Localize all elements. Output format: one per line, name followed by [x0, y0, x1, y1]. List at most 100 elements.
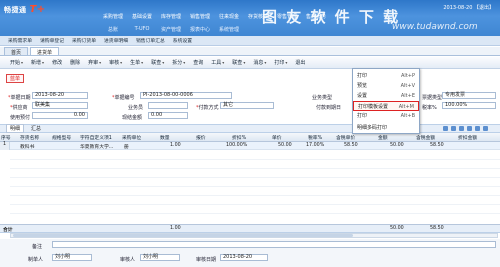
main-menu-item[interactable]: 报表中心: [187, 26, 213, 33]
toolbar-button[interactable]: 开始 ▾: [10, 59, 23, 66]
maker-field: 刘小明: [52, 254, 92, 261]
payment-field[interactable]: 其它: [220, 102, 274, 109]
quick-link[interactable]: 采购订货单: [72, 37, 96, 44]
quick-link[interactable]: 请购单登记: [40, 37, 64, 44]
quick-link[interactable]: 系统设置: [173, 37, 192, 44]
salesman-field[interactable]: [148, 102, 188, 109]
settings-menu-item[interactable]: 设置 Alt+E: [353, 91, 419, 101]
exit-button[interactable]: 退出: [295, 59, 305, 66]
toolbar-button[interactable]: 修改: [52, 59, 62, 66]
cell-discount[interactable]: 100.00%: [226, 143, 247, 148]
toolbar-button[interactable]: 弃审 ▾: [88, 59, 101, 66]
filter-icon[interactable]: [483, 126, 488, 131]
column-header[interactable]: 单价: [272, 134, 282, 141]
tax-rate-label: 税率%: [422, 105, 437, 111]
toolbar-button[interactable]: 删除: [70, 59, 80, 66]
column-header[interactable]: 规格型号: [52, 134, 71, 141]
cell-price[interactable]: 50.00: [278, 143, 292, 148]
totals-row: 合计 1.00 50.00 58.50: [0, 225, 500, 233]
tab-detail[interactable]: 明细: [6, 124, 25, 133]
row-number: 1: [0, 142, 10, 150]
quick-link[interactable]: 销售订单汇总: [136, 37, 165, 44]
add-row-icon[interactable]: [443, 126, 448, 131]
toolbar-button[interactable]: 审核 ▾: [109, 59, 122, 66]
main-menu-item[interactable]: 基础设置: [129, 13, 155, 20]
cell-tax-rate[interactable]: 17.00%: [306, 143, 324, 148]
cell-unit[interactable]: 册: [124, 143, 129, 150]
toolbar-button[interactable]: 工具 ▾: [211, 59, 224, 66]
maker-label: 制单人: [28, 257, 44, 263]
copy-row-icon[interactable]: [459, 126, 464, 131]
totals-tax-amount: 58.50: [430, 226, 444, 231]
totals-amount: 50.00: [390, 226, 404, 231]
print-menu-button[interactable]: 打印 ▾: [274, 59, 287, 66]
main-menu-item[interactable]: 销售管理: [187, 13, 213, 20]
main-menu-item[interactable]: 库存管理: [158, 13, 184, 20]
toolbar-button[interactable]: 拆分 ▾: [172, 59, 185, 66]
column-header[interactable]: 金额: [378, 134, 388, 141]
column-header[interactable]: 含税单价: [336, 134, 355, 141]
quick-link[interactable]: 进货单明细: [104, 37, 128, 44]
cell-tax-price[interactable]: 58.50: [344, 143, 358, 148]
watermark-text: 图 友 软 件 下 载: [262, 8, 401, 26]
code-field[interactable]: PI-2013-08-00-0006: [140, 92, 232, 99]
main-menu-item[interactable]: 系统管理: [216, 26, 242, 33]
print-template-settings-menu-item[interactable]: 打印模板设置 Alt+M: [353, 101, 419, 111]
column-header[interactable]: 数量: [160, 134, 170, 141]
horizontal-scrollbar[interactable]: [10, 233, 498, 238]
prepay-field[interactable]: 0.00: [32, 112, 88, 119]
column-header[interactable]: 存货名称: [20, 134, 39, 141]
tax-rate-field[interactable]: 100.00%: [442, 102, 496, 109]
main-menu-item[interactable]: 资产管理: [158, 26, 184, 33]
print-b-menu-item[interactable]: 打印 Alt+B: [353, 111, 419, 121]
main-menu-item[interactable]: T-UFO: [129, 26, 155, 33]
cell-name[interactable]: 教科书: [20, 143, 34, 150]
toolbar-button[interactable]: 新增 ▾: [31, 59, 44, 66]
main-menu-item[interactable]: 往来现金: [216, 13, 242, 20]
column-header[interactable]: 采购单位: [122, 134, 141, 141]
column-header[interactable]: 报价: [196, 134, 206, 141]
column-settings-icon[interactable]: [467, 126, 472, 131]
cell-amount[interactable]: 50.00: [390, 143, 404, 148]
auditor-label: 审核人: [120, 257, 136, 263]
app-logo: 畅捷通 T+: [4, 4, 66, 22]
column-header[interactable]: 折扣%: [232, 134, 246, 141]
cash-field[interactable]: 0.00: [148, 112, 188, 119]
tab-summary[interactable]: 汇总: [28, 125, 44, 132]
toolbar-button[interactable]: 生单 ▾: [130, 59, 143, 66]
toolbar-button[interactable]: 联查 ▾: [232, 59, 245, 66]
toolbar-button[interactable]: 联查 ▾: [151, 59, 164, 66]
invoice-type-label: 票据类型: [422, 95, 443, 101]
empty-row-divider: [10, 195, 500, 196]
empty-row-divider: [10, 213, 500, 214]
supplier-field[interactable]: 联美集: [32, 102, 88, 109]
column-header[interactable]: 字符自定义项1: [80, 134, 112, 141]
print-menu-item[interactable]: 打印 Alt+P: [353, 71, 419, 81]
quick-link[interactable]: 采购需求单: [8, 37, 32, 44]
main-menu-item[interactable]: 总账: [100, 26, 126, 33]
toolbar-button[interactable]: 查询: [193, 59, 203, 66]
scrollbar-thumb[interactable]: [13, 234, 353, 237]
due-date-label: 付款到期日: [316, 105, 342, 111]
detail-multi-print-menu-item[interactable]: 明细多码打印: [353, 123, 419, 133]
tab-home[interactable]: 首页: [4, 47, 29, 56]
cell-tax-amount[interactable]: 58.50: [430, 143, 444, 148]
cell-qty[interactable]: 1.00: [170, 143, 181, 148]
table-row[interactable]: 1 教科书 华夏教育大学... 册 1.00 100.00% 50.00 17.…: [0, 142, 500, 150]
top-info[interactable]: 2013-08-20 【退出】: [443, 4, 494, 11]
cell-custom[interactable]: 华夏教育大学...: [80, 143, 113, 150]
column-header[interactable]: 税率%: [308, 134, 322, 141]
preview-menu-item[interactable]: 预览 Alt+V: [353, 81, 419, 91]
main-menu-item[interactable]: 采购管理: [100, 13, 126, 20]
remark-field[interactable]: [52, 241, 496, 248]
column-header[interactable]: 折扣金额: [458, 134, 477, 141]
column-header[interactable]: 序号: [1, 134, 11, 141]
search-icon[interactable]: [475, 126, 480, 131]
delete-row-icon[interactable]: [451, 126, 456, 131]
date-field[interactable]: 2013-08-20: [32, 92, 88, 99]
toolbar-button[interactable]: 消息 ▾: [253, 59, 266, 66]
tab-purchase-receipt[interactable]: 进货单: [30, 47, 60, 56]
invoice-type-field[interactable]: 专用发票: [442, 92, 496, 99]
empty-row-divider: [10, 186, 500, 187]
column-header[interactable]: 含税金额: [416, 134, 435, 141]
